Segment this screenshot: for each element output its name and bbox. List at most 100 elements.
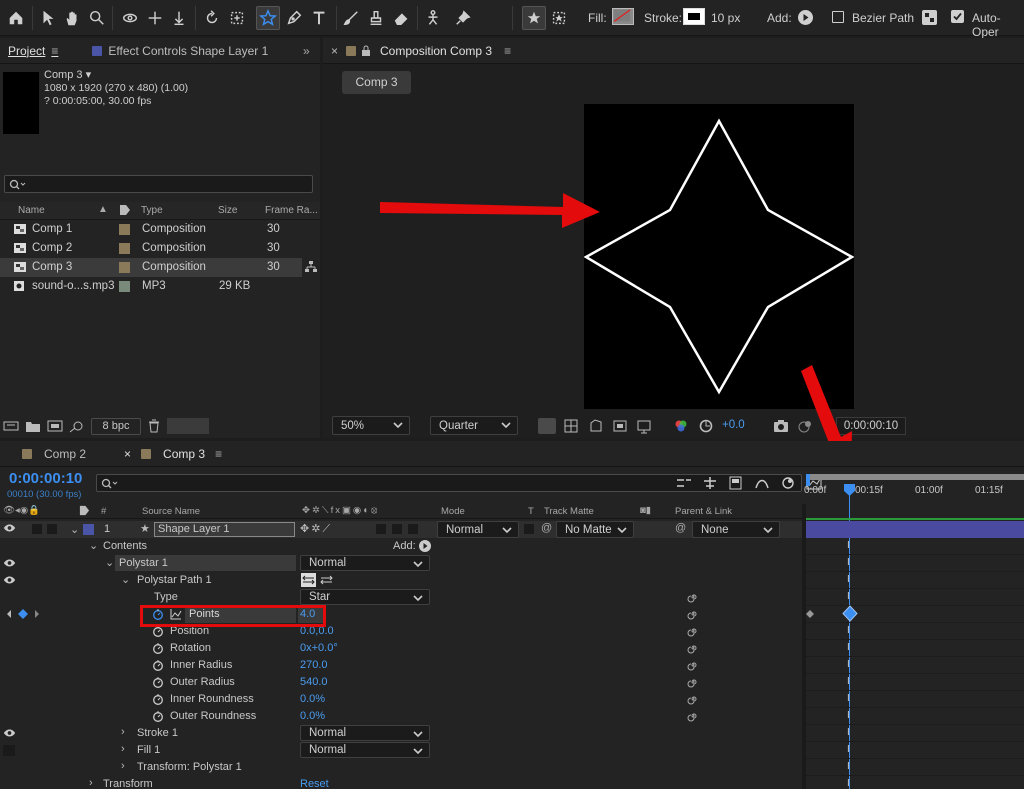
motion-blur-icon[interactable] bbox=[780, 476, 796, 490]
property-row[interactable]: Outer Roundness 0.0% bbox=[0, 708, 802, 725]
expression-pickwhip-icon[interactable] bbox=[687, 608, 699, 620]
expression-pickwhip-icon[interactable] bbox=[687, 625, 699, 637]
puppet-pin-icon[interactable] bbox=[451, 6, 475, 30]
brush-tool-icon[interactable] bbox=[339, 6, 363, 30]
label-swatch[interactable] bbox=[119, 262, 130, 273]
flowchart-icon[interactable] bbox=[304, 260, 318, 274]
stroke-blend-dropdown[interactable]: Normal bbox=[300, 725, 430, 741]
menu-icon[interactable]: ≡ bbox=[215, 447, 222, 461]
label-swatch[interactable] bbox=[119, 224, 130, 235]
orbit-camera-icon[interactable] bbox=[118, 6, 142, 30]
property-row[interactable]: Outer Radius 540.0 bbox=[0, 674, 802, 691]
stroke-swatch[interactable] bbox=[683, 8, 705, 25]
expand-chevron-icon[interactable]: › bbox=[121, 760, 125, 772]
thumbnail-scrub[interactable] bbox=[167, 418, 209, 434]
clone-stamp-icon[interactable] bbox=[364, 6, 388, 30]
home-icon[interactable] bbox=[4, 6, 28, 30]
col-source-name[interactable]: Source Name bbox=[142, 506, 200, 517]
timeline-track-row[interactable] bbox=[806, 606, 1024, 623]
timeline-track-row[interactable]: I bbox=[806, 623, 1024, 640]
comp-canvas[interactable] bbox=[584, 104, 854, 409]
property-row[interactable]: Inner Radius 270.0 bbox=[0, 657, 802, 674]
menu-icon[interactable]: ≡ bbox=[504, 44, 511, 58]
col-size[interactable]: Size bbox=[218, 205, 237, 216]
add-content-icon[interactable] bbox=[419, 540, 431, 552]
timeline-track-row[interactable]: I bbox=[806, 725, 1024, 742]
polystar-blend-dropdown[interactable]: Normal bbox=[300, 555, 430, 571]
polystar-type-dropdown[interactable]: Star bbox=[300, 589, 430, 605]
star-tool-icon[interactable] bbox=[256, 6, 280, 30]
polystar-path-row[interactable]: ⌄ Polystar Path 1 bbox=[0, 572, 802, 589]
playhead-handle[interactable] bbox=[843, 483, 856, 497]
expression-pickwhip-icon[interactable] bbox=[687, 642, 699, 654]
expression-pickwhip-icon[interactable] bbox=[687, 676, 699, 688]
visibility-toggle[interactable] bbox=[3, 745, 15, 756]
reset-exposure-icon[interactable] bbox=[698, 418, 714, 434]
stroke-width[interactable]: 10 px bbox=[711, 11, 740, 25]
keyframe-marker[interactable] bbox=[806, 608, 814, 620]
dolly-camera-icon[interactable] bbox=[167, 6, 191, 30]
label-tag-icon[interactable] bbox=[79, 505, 90, 516]
layer-duration-bar[interactable] bbox=[806, 521, 1024, 538]
exposure-value[interactable]: +0.0 bbox=[722, 419, 745, 431]
type-tool-icon[interactable] bbox=[307, 6, 331, 30]
project-search-input[interactable] bbox=[4, 175, 313, 193]
timeline-track-row[interactable]: I bbox=[806, 640, 1024, 657]
layer-row[interactable]: ⌄ 1 ★ Shape Layer 1 ✥✲⟋ Normal @ No Matt… bbox=[0, 521, 802, 538]
label-tag-icon[interactable] bbox=[119, 204, 131, 216]
property-value[interactable]: 270.0 bbox=[300, 659, 328, 671]
roto-brush-icon[interactable] bbox=[421, 6, 445, 30]
timeline-track-row[interactable]: I bbox=[806, 572, 1024, 589]
selection-tool-icon[interactable] bbox=[36, 6, 60, 30]
timeline-track-row[interactable]: I bbox=[806, 708, 1024, 725]
preserve-transparency-toggle[interactable] bbox=[524, 524, 534, 534]
timeline-track-row[interactable]: I bbox=[806, 555, 1024, 572]
tab-comp3[interactable]: × Comp 3 ≡ bbox=[116, 447, 230, 461]
stopwatch-icon[interactable] bbox=[152, 642, 164, 654]
mask-mode-icon[interactable] bbox=[547, 6, 571, 30]
pan-camera-icon[interactable] bbox=[143, 6, 167, 30]
comp-info-name[interactable]: Comp 3 ▾ bbox=[44, 68, 91, 81]
keyframe-diamond[interactable] bbox=[842, 605, 858, 622]
frame-blending-icon[interactable] bbox=[754, 476, 770, 490]
current-time[interactable]: 0:00:00:10 bbox=[9, 470, 82, 487]
stopwatch-icon[interactable] bbox=[152, 710, 164, 722]
expand-chevron-icon[interactable]: ⌄ bbox=[70, 523, 79, 536]
transform-row[interactable]: › Transform Reset bbox=[0, 776, 802, 789]
property-value[interactable]: 0x+0.0° bbox=[300, 642, 338, 654]
visibility-eye-icon[interactable] bbox=[3, 575, 16, 585]
work-area-bar[interactable] bbox=[806, 474, 1024, 480]
layer-name-field[interactable]: Shape Layer 1 bbox=[154, 522, 295, 537]
contents-row[interactable]: ⌄ Contents Add: bbox=[0, 538, 802, 555]
layer-switch-icons[interactable]: ✥✲⟋ bbox=[300, 522, 332, 536]
property-value[interactable]: 0.0% bbox=[300, 693, 325, 705]
audio-toggle[interactable] bbox=[32, 524, 42, 534]
expand-chevron-icon[interactable]: › bbox=[121, 743, 125, 755]
expand-chevron-icon[interactable]: ⌄ bbox=[89, 539, 98, 552]
expression-pickwhip-icon[interactable] bbox=[687, 659, 699, 671]
timeline-track-row[interactable]: I bbox=[806, 657, 1024, 674]
stopwatch-icon[interactable] bbox=[152, 693, 164, 705]
auto-open-checkbox[interactable] bbox=[951, 10, 964, 23]
menu-icon[interactable]: ≡ bbox=[51, 44, 58, 58]
label-swatch[interactable] bbox=[119, 243, 130, 254]
property-row[interactable]: Inner Roundness 0.0% bbox=[0, 691, 802, 708]
layer-label-swatch[interactable] bbox=[83, 524, 94, 535]
bit-depth-button[interactable]: 8 bpc bbox=[91, 417, 141, 435]
snapshot-icon[interactable] bbox=[773, 418, 789, 434]
timeline-track-row[interactable]: I bbox=[806, 538, 1024, 555]
expand-chevron-icon[interactable]: ⌄ bbox=[105, 556, 114, 569]
fill-blend-dropdown[interactable]: Normal bbox=[300, 742, 430, 758]
transparency-grid-icon[interactable] bbox=[563, 418, 579, 434]
parent-dropdown[interactable]: None bbox=[692, 521, 780, 538]
property-row[interactable]: Points 4.0 bbox=[0, 606, 802, 623]
timeline-track-row[interactable]: I bbox=[806, 674, 1024, 691]
polystar-group-label[interactable]: Polystar 1 bbox=[115, 555, 296, 571]
stopwatch-icon[interactable] bbox=[152, 659, 164, 671]
new-folder-icon[interactable] bbox=[25, 419, 41, 433]
mask-visibility-icon[interactable] bbox=[588, 418, 604, 434]
project-item-row[interactable]: Comp 3 Composition 30 bbox=[0, 258, 302, 277]
bezier-path-checkbox[interactable] bbox=[832, 11, 844, 23]
timeline-track-row[interactable]: I bbox=[806, 776, 1024, 789]
add-menu-icon[interactable] bbox=[798, 10, 813, 25]
